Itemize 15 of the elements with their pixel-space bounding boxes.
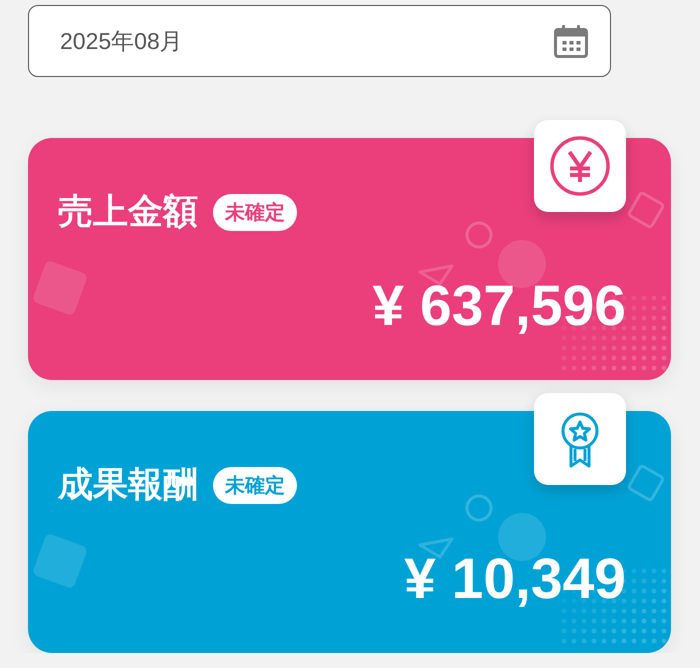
faint-square-outline-shape (626, 190, 666, 230)
calendar-icon[interactable] (554, 24, 588, 58)
faint-ring-shape (466, 222, 492, 248)
status-badge: 未確定 (213, 466, 297, 504)
date-value: 2025年08月 (60, 26, 183, 56)
card-title: 売上金額 (58, 192, 198, 232)
card-title: 成果報酬 (58, 465, 198, 505)
faint-triangle-shape (418, 538, 454, 558)
faint-ring-shape (466, 494, 492, 522)
status-badge: 未確定 (213, 194, 297, 230)
faint-triangle-shape (418, 264, 454, 286)
date-field[interactable]: 2025年08月 (28, 5, 611, 77)
amount-value: ¥ 10,349 (404, 551, 626, 608)
amount-value: ¥ 637,596 (372, 278, 626, 335)
faint-square-outline-shape (626, 464, 666, 502)
